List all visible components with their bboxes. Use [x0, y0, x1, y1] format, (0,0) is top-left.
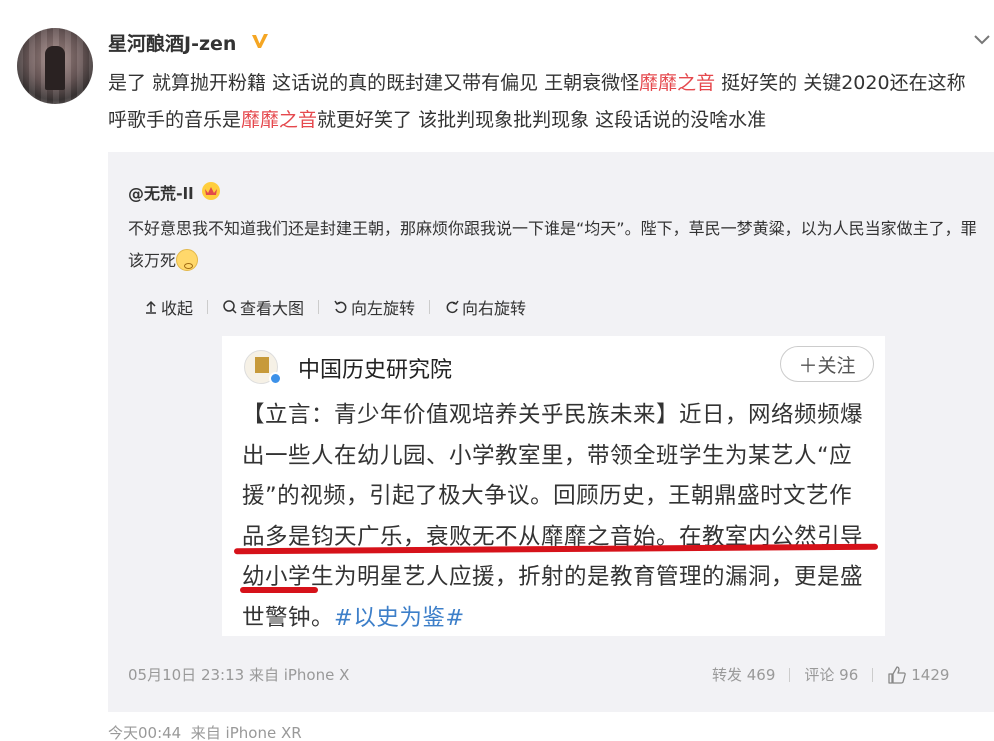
post-time[interactable]: 今天00:44	[108, 724, 181, 741]
keyword-link[interactable]: 靡靡之音	[639, 72, 715, 94]
crown-icon	[202, 182, 220, 200]
rotate-right-label: 向右旋转	[462, 299, 527, 318]
comment-button[interactable]: 评论 96	[804, 664, 858, 685]
toolbar-divider	[207, 300, 209, 314]
keyword-link[interactable]: 靡靡之音	[241, 109, 317, 131]
post-text-part: 是了 就算抛开粉籍 这话说的真的既封建又带有偏见 王朝衰微怪	[108, 72, 640, 94]
avatar[interactable]	[17, 28, 93, 104]
toolbar-divider	[318, 300, 320, 314]
repost-button[interactable]: 转发 469	[712, 664, 775, 685]
username[interactable]: 星河酿酒J-zen	[108, 29, 236, 56]
verified-v-icon	[252, 34, 268, 48]
embedded-text: 【立言：青少年价值观培养关乎民族未来】近日，网络频频爆出一些人在幼儿园、小学教室…	[242, 395, 872, 638]
follow-button: ＋关注	[780, 346, 874, 382]
post-text: 是了 就算抛开粉籍 这话说的真的既封建又带有偏见 王朝衰微怪靡靡之音 挺好笑的 …	[108, 65, 978, 139]
embedded-body: 【立言：青少年价值观培养关乎民族未来】近日，网络频频爆出一些人在幼儿园、小学教室…	[242, 402, 864, 631]
thumbs-up-icon[interactable]	[887, 665, 907, 685]
rotate-left-button[interactable]: 向左旋转	[333, 295, 415, 319]
toolbar-divider	[429, 300, 431, 314]
image-toolbar: 收起 查看大图 向左旋转 向右旋转	[143, 296, 526, 318]
chevron-down-icon[interactable]	[973, 34, 991, 46]
like-count[interactable]: 1429	[911, 666, 949, 684]
quoted-text-body: 不好意思我不知道我们还是封建王朝，那麻烦你跟我说一下谁是“均天”。陛下，草民一梦…	[128, 219, 977, 270]
post-text-part: 就更好笑了 该批判现象批判现象 这段话说的没啥水准	[317, 109, 767, 131]
collapse-label: 收起	[161, 299, 194, 318]
post-source: 来自 iPhone XR	[190, 724, 302, 741]
rotate-left-icon	[334, 300, 347, 314]
action-divider	[872, 667, 874, 682]
action-divider	[789, 667, 791, 682]
pleading-face-emoji-icon	[176, 248, 199, 271]
hashtag: #以史为鉴#	[334, 604, 465, 631]
post-footer: 今天00:44 来自 iPhone XR	[108, 722, 302, 741]
red-underline	[240, 587, 318, 593]
view-large-button[interactable]: 查看大图	[222, 295, 304, 319]
collapse-icon	[146, 300, 156, 314]
quoted-actions: 转发 469 评论 96 1429	[712, 664, 949, 685]
view-large-label: 查看大图	[240, 299, 305, 318]
quoted-timestamp[interactable]: 05月10日 23:13 来自 iPhone X	[128, 664, 349, 685]
collapse-button[interactable]: 收起	[143, 295, 193, 319]
verified-badge-icon	[269, 372, 282, 385]
account-name: 中国历史研究院	[298, 358, 453, 383]
quoted-text: 不好意思我不知道我们还是封建王朝，那麻烦你跟我说一下谁是“均天”。陛下，草民一梦…	[128, 213, 978, 277]
quoted-username[interactable]: @无荒-ll	[128, 180, 194, 204]
search-icon	[223, 300, 237, 314]
rotate-right-button[interactable]: 向右旋转	[444, 295, 526, 319]
rotate-right-icon	[446, 300, 459, 314]
rotate-left-label: 向左旋转	[351, 299, 416, 318]
embedded-screenshot[interactable]: 中国历史研究院 ＋关注 【立言：青少年价值观培养关乎民族未来】近日，网络频频爆出…	[222, 336, 885, 636]
